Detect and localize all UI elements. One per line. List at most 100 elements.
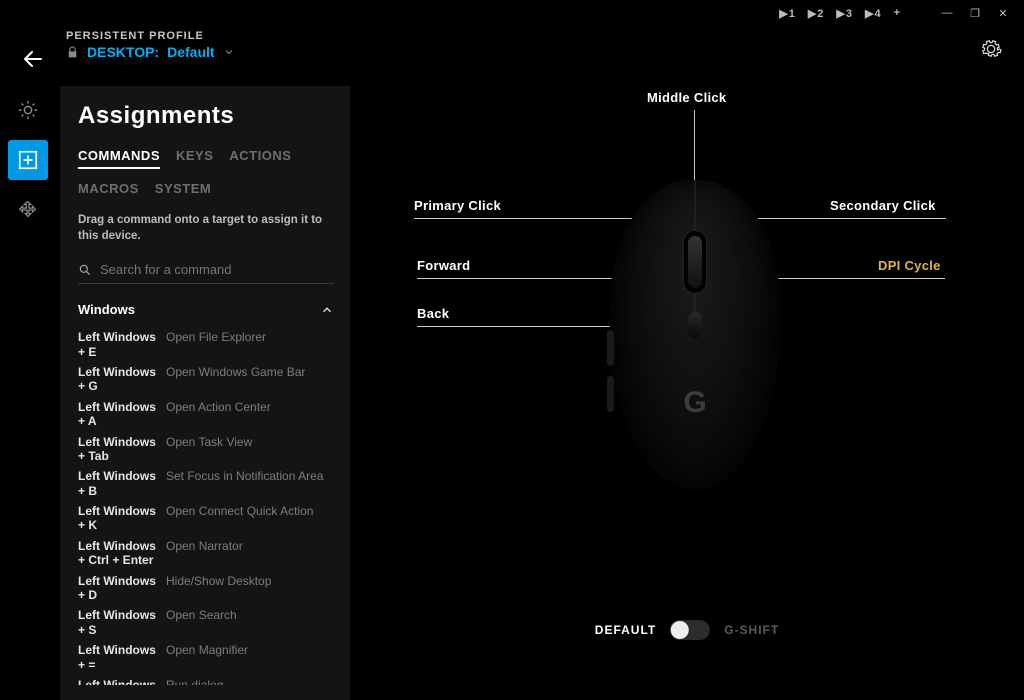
label-secondary-click[interactable]: Secondary Click	[830, 198, 936, 213]
tab-keys[interactable]: KEYS	[176, 148, 213, 169]
command-shortcut: Left Windows + K	[78, 504, 166, 533]
panel-tabs-row2: MACROS SYSTEM	[78, 181, 334, 196]
panel-tabs-row1: COMMANDS KEYS ACTIONS	[78, 148, 334, 169]
rail-lighting[interactable]	[8, 90, 48, 130]
rail-assignments[interactable]	[8, 140, 48, 180]
label-dpi-cycle[interactable]: DPI Cycle	[878, 258, 941, 273]
command-row[interactable]: Left Windows + GOpen Windows Game Bar	[78, 362, 328, 397]
mouse-wheel	[688, 236, 702, 288]
command-desc: Open Task View	[166, 435, 328, 464]
label-primary-click[interactable]: Primary Click	[414, 198, 501, 213]
search-row	[78, 258, 334, 284]
command-shortcut: Left Windows + S	[78, 608, 166, 637]
tab-macros[interactable]: MACROS	[78, 181, 139, 196]
gshift-switch[interactable]	[670, 620, 710, 640]
mouse-graphic: G	[610, 180, 780, 490]
line-back	[417, 326, 611, 327]
rail-sensitivity[interactable]	[8, 190, 48, 230]
command-row[interactable]: Left Windows + DHide/Show Desktop	[78, 571, 328, 606]
profile-prefix: DESKTOP:	[87, 44, 159, 60]
tab-commands[interactable]: COMMANDS	[78, 148, 160, 169]
line-secondary	[750, 218, 946, 219]
move-icon	[17, 199, 39, 221]
panel-title: Assignments	[78, 102, 334, 130]
command-row[interactable]: Left Windows + KOpen Connect Quick Actio…	[78, 501, 328, 536]
command-desc: Open Search	[166, 608, 328, 637]
command-desc: Run dialog	[166, 678, 328, 685]
line-forward	[417, 278, 617, 279]
label-middle-click[interactable]: Middle Click	[647, 90, 726, 105]
command-row[interactable]: Left Windows + BSet Focus in Notificatio…	[78, 466, 328, 501]
plus-box-icon	[17, 149, 39, 171]
command-shortcut: Left Windows + A	[78, 400, 166, 429]
label-back[interactable]: Back	[417, 306, 449, 321]
tab-system[interactable]: SYSTEM	[155, 181, 211, 196]
profile-indicator-2[interactable]: ▶2	[805, 5, 828, 22]
command-row[interactable]: Left Windows + RRun dialog	[78, 675, 328, 685]
settings-button[interactable]	[980, 38, 1002, 65]
switch-knob	[671, 621, 689, 639]
g-logo-icon: G	[683, 386, 706, 420]
header: PERSISTENT PROFILE DESKTOP: Default	[18, 30, 1014, 74]
mouse-side-back	[607, 376, 614, 412]
line-middle	[694, 110, 695, 190]
sun-icon	[17, 99, 39, 121]
tab-actions[interactable]: ACTIONS	[229, 148, 291, 169]
close-button[interactable]: ✕	[992, 2, 1014, 24]
back-button[interactable]	[18, 44, 48, 74]
arrow-left-icon	[21, 47, 45, 71]
mouse-side-forward	[607, 330, 614, 366]
left-rail	[0, 90, 56, 230]
command-desc: Open Narrator	[166, 539, 328, 568]
command-shortcut: Left Windows + R	[78, 678, 166, 685]
add-profile-indicator[interactable]: +	[891, 5, 904, 21]
chevron-up-icon	[320, 303, 334, 317]
section-label: Windows	[78, 302, 135, 317]
persistent-profile-label: PERSISTENT PROFILE	[66, 30, 235, 42]
command-list[interactable]: Left Windows + EOpen File ExplorerLeft W…	[78, 327, 334, 685]
command-shortcut: Left Windows + Tab	[78, 435, 166, 464]
maximize-button[interactable]: ❐	[964, 2, 986, 24]
command-desc: Open Connect Quick Action	[166, 504, 328, 533]
command-shortcut: Left Windows + =	[78, 643, 166, 672]
mode-toggle: DEFAULT G-SHIFT	[595, 620, 779, 640]
command-desc: Hide/Show Desktop	[166, 574, 328, 603]
profile-indicator-3[interactable]: ▶3	[833, 5, 856, 22]
panel-hint: Drag a command onto a target to assign i…	[78, 212, 334, 244]
gear-icon	[980, 38, 1002, 60]
command-row[interactable]: Left Windows + AOpen Action Center	[78, 397, 328, 432]
command-desc: Open Magnifier	[166, 643, 328, 672]
command-desc: Open File Explorer	[166, 330, 328, 359]
mouse-area: Middle Click Primary Click Secondary Cli…	[350, 90, 1024, 700]
search-icon	[78, 263, 92, 277]
titlebar: ▶1 ▶2 ▶3 ▶4 + — ❐ ✕	[776, 0, 1024, 26]
command-row[interactable]: Left Windows + TabOpen Task View	[78, 432, 328, 467]
assignments-panel: Assignments COMMANDS KEYS ACTIONS MACROS…	[60, 86, 350, 700]
minimize-button[interactable]: —	[936, 2, 958, 24]
line-primary	[414, 218, 642, 219]
command-shortcut: Left Windows + E	[78, 330, 166, 359]
command-desc: Open Action Center	[166, 400, 328, 429]
command-shortcut: Left Windows + D	[78, 574, 166, 603]
profile-name: Default	[167, 44, 214, 60]
command-shortcut: Left Windows + G	[78, 365, 166, 394]
section-windows[interactable]: Windows	[78, 302, 334, 317]
chevron-down-icon	[223, 46, 235, 58]
command-row[interactable]: Left Windows + =Open Magnifier	[78, 640, 328, 675]
command-row[interactable]: Left Windows + EOpen File Explorer	[78, 327, 328, 362]
profile-indicator-4[interactable]: ▶4	[862, 5, 885, 22]
lock-icon	[66, 46, 79, 59]
command-row[interactable]: Left Windows + Ctrl + EnterOpen Narrator	[78, 536, 328, 571]
command-row[interactable]: Left Windows + SOpen Search	[78, 605, 328, 640]
profile-selector[interactable]: DESKTOP: Default	[66, 44, 235, 60]
profile-indicator-1[interactable]: ▶1	[776, 5, 799, 22]
command-desc: Open Windows Game Bar	[166, 365, 328, 394]
search-input[interactable]	[100, 262, 334, 277]
label-forward[interactable]: Forward	[417, 258, 470, 273]
command-desc: Set Focus in Notification Area	[166, 469, 328, 498]
command-shortcut: Left Windows + B	[78, 469, 166, 498]
mode-gshift-label: G-SHIFT	[724, 623, 779, 637]
mode-default-label: DEFAULT	[595, 623, 656, 637]
command-shortcut: Left Windows + Ctrl + Enter	[78, 539, 166, 568]
mouse-dpi-button	[688, 312, 702, 338]
